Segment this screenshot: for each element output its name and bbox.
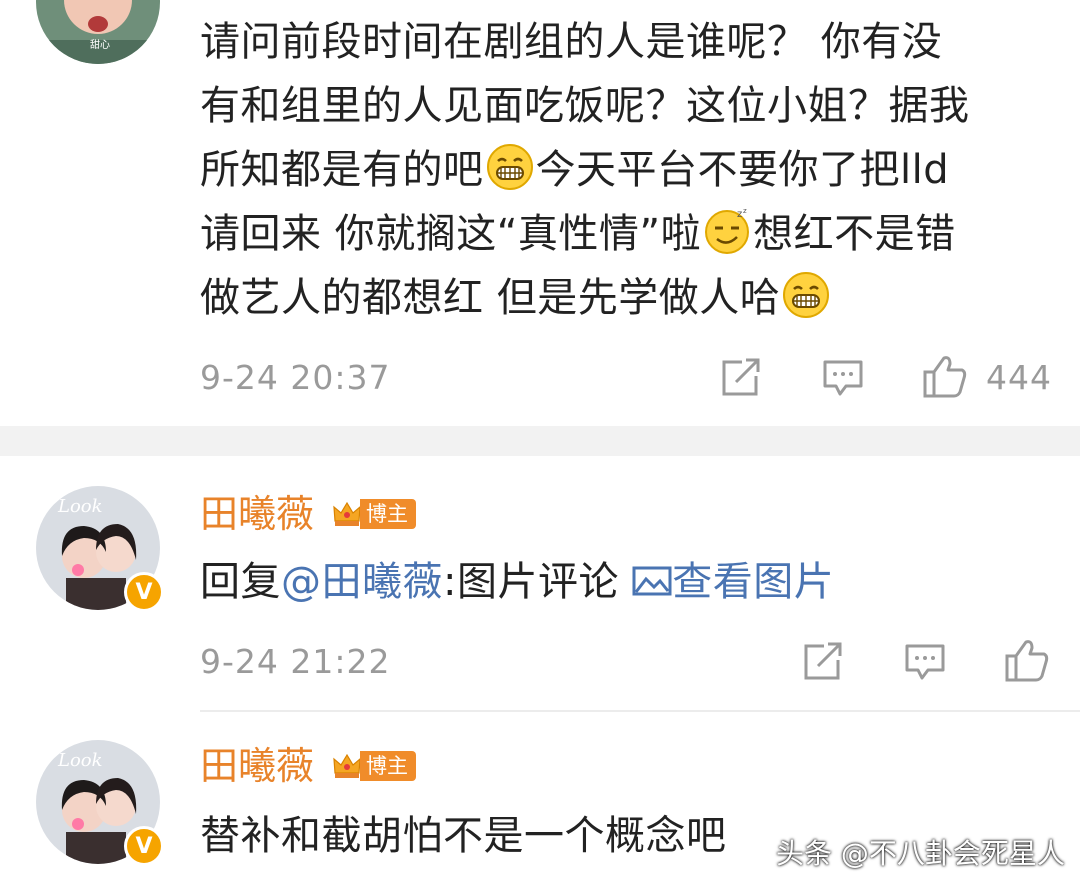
comment-line: 想红不是错 (753, 211, 956, 257)
comment-line-group: 所知都是有的吧 今天平台不要你了把lld (200, 138, 1060, 202)
blogger-badge-label: 博主 (360, 751, 416, 781)
verified-badge-icon: V (124, 826, 164, 866)
watermark: 头条 @不八卦会死星人 (776, 837, 1065, 870)
like-icon[interactable] (1004, 638, 1050, 682)
comment-text: 替补和截胡怕不是一个概念吧 (200, 813, 727, 859)
avatar-look-text: Look (57, 750, 103, 771)
comment-line: 请问前段时间在剧组的人是谁呢？ 你有没 (200, 19, 943, 65)
verified-badge-icon: V (124, 572, 164, 612)
comment-text: 回复@田曦薇:图片评论 查看图片 (200, 550, 834, 614)
comment-time: 9-24 21:22 (200, 642, 391, 681)
view-image-label: 查看图片 (672, 559, 835, 605)
avatar[interactable]: Look V (36, 486, 164, 612)
svg-text:z: z (737, 209, 743, 220)
comment-line: 所知都是有的吧 (200, 147, 484, 193)
blogger-badge: 博主 (332, 748, 416, 784)
like-icon[interactable] (922, 354, 968, 398)
avatar[interactable]: 甜心 (36, 0, 160, 64)
repost-icon[interactable] (802, 642, 844, 682)
mention-link[interactable]: @田曦薇 (281, 559, 443, 605)
section-separator (0, 426, 1080, 456)
crown-icon (333, 501, 361, 526)
comment-text: 请问前段时间在剧组的人是谁呢？ 你有没 有和组里的人见面吃饭呢？这位小姐？据我 … (200, 10, 1060, 330)
comment-line: 做艺人的都想红 但是先学做人哈 (200, 275, 781, 321)
image-icon (632, 566, 672, 596)
view-image-link[interactable]: 查看图片 (632, 559, 834, 605)
avatar-caption: 甜心 (90, 40, 110, 51)
comment-icon[interactable] (904, 642, 946, 682)
comment-item: 甜心 请问前段时间在剧组的人是谁呢？ 你有没 有和组里的人见面吃饭呢？这位小姐？… (0, 0, 1080, 426)
svg-text:z: z (743, 207, 747, 215)
repost-icon[interactable] (720, 358, 762, 398)
avatar[interactable]: Look V (36, 740, 164, 866)
grin-emoji-icon (783, 272, 830, 318)
comment-line: 今天平台不要你了把lld (535, 147, 950, 193)
comment-time: 9-24 20:37 (200, 358, 391, 397)
reply-text: :图片评论 (443, 559, 619, 605)
avatar-image (36, 0, 160, 64)
comment-line-group: 做艺人的都想红 但是先学做人哈 (200, 266, 1060, 330)
crown-icon (333, 753, 361, 778)
blogger-badge-label: 博主 (360, 499, 416, 529)
comment-line: 有和组里的人见面吃饭呢？这位小姐？据我 (200, 83, 970, 129)
comment-item: Look V 田曦薇 博主 回复@田曦薇:图片评论 查看图片 9-24 21:2… (0, 456, 1080, 710)
smirk-emoji-icon: zz (705, 207, 750, 254)
username[interactable]: 田曦薇 (200, 744, 314, 788)
comment-icon[interactable] (822, 358, 864, 398)
comment-line-group: 请回来 你就搁这“真性情”啦 z z 想红不是错 (200, 202, 1060, 266)
comment-line: 请回来 你就搁这“真性情”啦 (200, 211, 702, 257)
blogger-badge: 博主 (332, 496, 416, 532)
reply-prefix: 回复 (200, 559, 281, 605)
username[interactable]: 田曦薇 (200, 492, 314, 536)
grin-emoji-icon (486, 144, 533, 190)
avatar-look-text: Look (57, 496, 103, 517)
like-count: 444 (986, 358, 1052, 397)
